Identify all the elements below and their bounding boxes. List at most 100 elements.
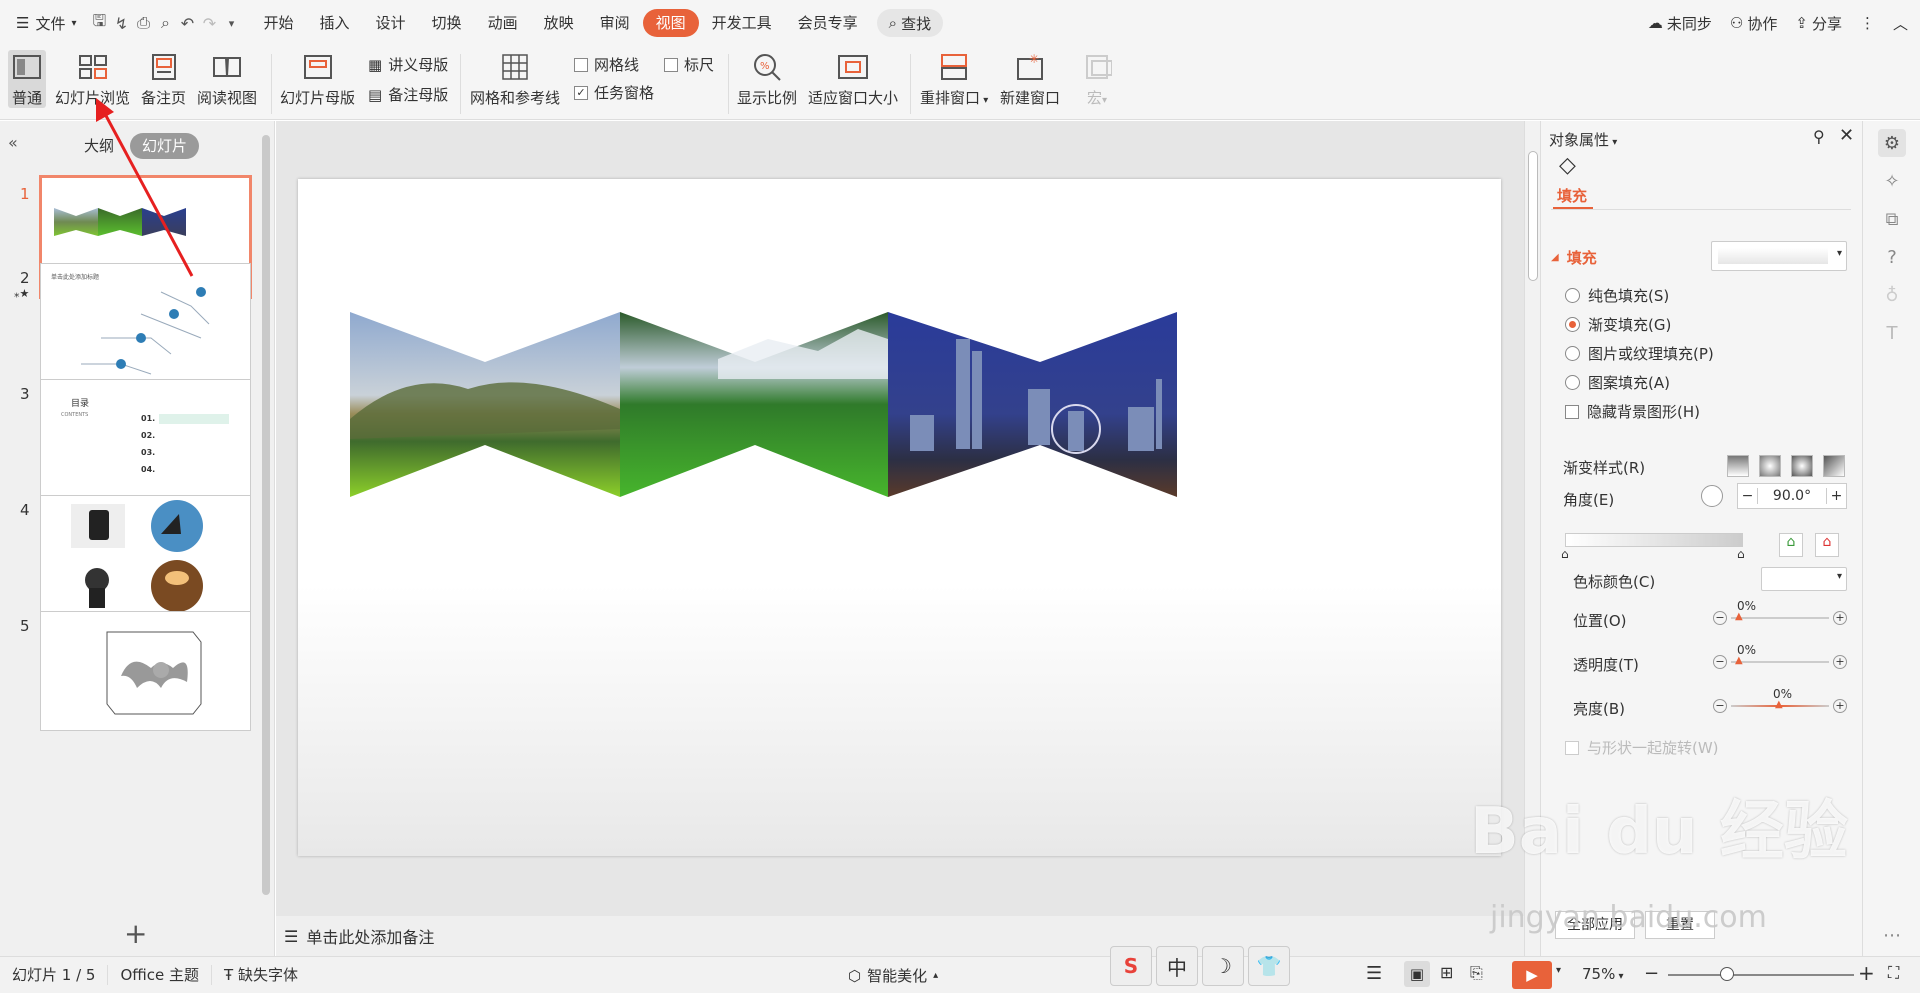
brightness-slider-thumb[interactable]: ▲: [1775, 699, 1783, 710]
gradient-style-radial[interactable]: [1759, 455, 1781, 477]
radio-pattern-fill[interactable]: 图案填充(A): [1565, 372, 1670, 393]
grid-guides-button[interactable]: 网格和参考线: [470, 50, 560, 108]
handout-master-button[interactable]: ▦ 讲义母版: [368, 54, 448, 75]
angle-stepper[interactable]: − 90.0° +: [1737, 483, 1847, 509]
slide-master-button[interactable]: 幻灯片母版: [280, 50, 355, 108]
zoom-out-icon[interactable]: −: [1644, 963, 1659, 984]
more-icon[interactable]: ▾: [221, 12, 243, 34]
current-slide[interactable]: [298, 179, 1501, 856]
tab-view[interactable]: 视图: [642, 9, 699, 37]
tab-fill[interactable]: 填充: [1557, 185, 1587, 206]
gridlines-checkbox[interactable]: 网格线: [574, 54, 639, 75]
tab-animation[interactable]: 动画: [475, 9, 531, 37]
zoom-slider-thumb[interactable]: [1720, 967, 1734, 981]
slide-thumbnail-3[interactable]: 目录 CONTENTS 01. 02. 03. 04.: [40, 379, 251, 499]
arrange-window-button[interactable]: 重排窗口 ▾: [920, 50, 988, 108]
transition-icon[interactable]: ⧉: [1878, 205, 1906, 233]
chinese-mode-icon[interactable]: 中: [1156, 946, 1198, 986]
play-options-icon[interactable]: ▾: [1556, 965, 1561, 976]
fill-section-header[interactable]: ◢ 填充: [1551, 247, 1597, 268]
transparency-slider-thumb[interactable]: ▲: [1735, 655, 1743, 666]
stop-color-dropdown[interactable]: ▾: [1761, 567, 1847, 591]
notes-master-button[interactable]: ▤ 备注母版: [368, 84, 448, 105]
share-button[interactable]: ⇪ 分享: [1795, 13, 1842, 34]
notes-area[interactable]: ☰ 单击此处添加备注: [276, 916, 1526, 956]
increment-icon[interactable]: +: [1826, 488, 1846, 504]
text-icon[interactable]: T: [1878, 319, 1906, 347]
fill-color-dropdown[interactable]: ▾: [1711, 241, 1847, 271]
tab-member[interactable]: 会员专享: [785, 9, 871, 37]
search-button[interactable]: ⌕ 查找: [876, 9, 944, 37]
zoom-in-icon[interactable]: +: [1858, 961, 1875, 985]
fit-window-button[interactable]: 适应窗口大小: [808, 50, 898, 108]
more-menu-icon[interactable]: ⋮: [1860, 14, 1875, 32]
normal-view-button[interactable]: 普通: [8, 50, 46, 108]
theme-name[interactable]: Office 主题: [108, 965, 213, 985]
add-slide-button[interactable]: +: [124, 917, 147, 950]
tab-transitions[interactable]: 切换: [419, 9, 475, 37]
fit-icon[interactable]: ⛶: [1888, 963, 1899, 983]
slide-thumbnail-4[interactable]: [40, 495, 251, 615]
sorter-view-status-icon[interactable]: ⊞: [1440, 963, 1453, 982]
remove-stop-icon[interactable]: ⌂: [1815, 533, 1839, 557]
missing-fonts-button[interactable]: Ŧ 缺失字体: [212, 965, 310, 985]
transparency-minus-icon[interactable]: −: [1713, 655, 1727, 669]
position-slider[interactable]: [1731, 617, 1829, 619]
radio-solid-fill[interactable]: 纯色填充(S): [1565, 285, 1669, 306]
normal-view-status-icon[interactable]: ▣: [1404, 961, 1430, 987]
gradient-style-path[interactable]: [1823, 455, 1845, 477]
tab-insert[interactable]: 插入: [307, 9, 363, 37]
tab-slideshow[interactable]: 放映: [531, 9, 587, 37]
reading-view-button[interactable]: 阅读视图: [197, 50, 257, 108]
rotate-with-shape-checkbox[interactable]: 与形状一起旋转(W): [1565, 737, 1719, 758]
smart-beautify-button[interactable]: ⬡ 智能美化 ▴: [848, 965, 938, 986]
angle-dial[interactable]: [1701, 485, 1723, 507]
pin-icon[interactable]: ⚲: [1813, 127, 1825, 146]
gradient-stop-left[interactable]: ⌂: [1561, 547, 1569, 561]
print-preview-icon[interactable]: ⌕: [155, 12, 177, 34]
angle-value[interactable]: 90.0°: [1758, 488, 1826, 504]
position-plus-icon[interactable]: +: [1833, 611, 1847, 625]
file-menu[interactable]: ☰ 文件 ▾: [0, 0, 89, 46]
tab-design[interactable]: 设计: [363, 9, 419, 37]
moon-icon[interactable]: ☽: [1202, 946, 1244, 986]
reading-view-status-icon[interactable]: ⎘: [1470, 963, 1483, 983]
slide-sorter-button[interactable]: 幻灯片浏览: [55, 50, 130, 108]
bulb-icon[interactable]: ♁: [1878, 281, 1906, 309]
undo-icon[interactable]: ↶: [177, 12, 199, 34]
scroll-thumb[interactable]: [1528, 151, 1538, 281]
transparency-slider[interactable]: [1731, 661, 1829, 663]
sync-button[interactable]: ☁ 未同步: [1648, 13, 1712, 34]
zoom-button[interactable]: % 显示比例: [737, 50, 797, 108]
brightness-plus-icon[interactable]: +: [1833, 699, 1847, 713]
tab-outline[interactable]: 大纲: [72, 133, 126, 159]
gradient-style-rect[interactable]: [1791, 455, 1813, 477]
collaborate-button[interactable]: ⚇ 协作: [1730, 13, 1777, 34]
collapse-ribbon-icon[interactable]: ︿: [1893, 13, 1908, 34]
zoom-slider[interactable]: [1668, 974, 1854, 976]
brightness-minus-icon[interactable]: −: [1713, 699, 1727, 713]
hide-background-checkbox[interactable]: 隐藏背景图形(H): [1565, 401, 1700, 422]
ruler-checkbox[interactable]: 标尺: [664, 54, 714, 75]
tab-start[interactable]: 开始: [251, 9, 307, 37]
more-options-icon[interactable]: ⋯: [1878, 921, 1906, 949]
transparency-plus-icon[interactable]: +: [1833, 655, 1847, 669]
tab-developer[interactable]: 开发工具: [699, 9, 785, 37]
animation-icon[interactable]: ✧: [1878, 167, 1906, 195]
notes-toggle-icon[interactable]: ☰: [1366, 963, 1382, 984]
task-pane-checkbox[interactable]: ✓ 任务窗格: [574, 82, 654, 103]
macro-button[interactable]: 宏▾: [1080, 50, 1114, 108]
panel-scrollbar[interactable]: [262, 135, 270, 895]
pane-title[interactable]: 对象属性 ▾: [1549, 129, 1617, 150]
slide-thumbnail-5[interactable]: [40, 611, 251, 731]
tab-review[interactable]: 审阅: [587, 9, 643, 37]
position-slider-thumb[interactable]: ▲: [1735, 611, 1743, 622]
redo-icon[interactable]: ↷: [199, 12, 221, 34]
properties-icon[interactable]: ⚙: [1878, 129, 1906, 157]
gradient-style-linear[interactable]: [1727, 455, 1749, 477]
help-icon[interactable]: ?: [1878, 243, 1906, 271]
skin-icon[interactable]: 👕: [1248, 946, 1290, 986]
add-stop-icon[interactable]: ⌂: [1779, 533, 1803, 557]
zoom-value[interactable]: 75% ▾: [1582, 965, 1624, 983]
radio-gradient-fill[interactable]: 渐变填充(G): [1565, 314, 1671, 335]
